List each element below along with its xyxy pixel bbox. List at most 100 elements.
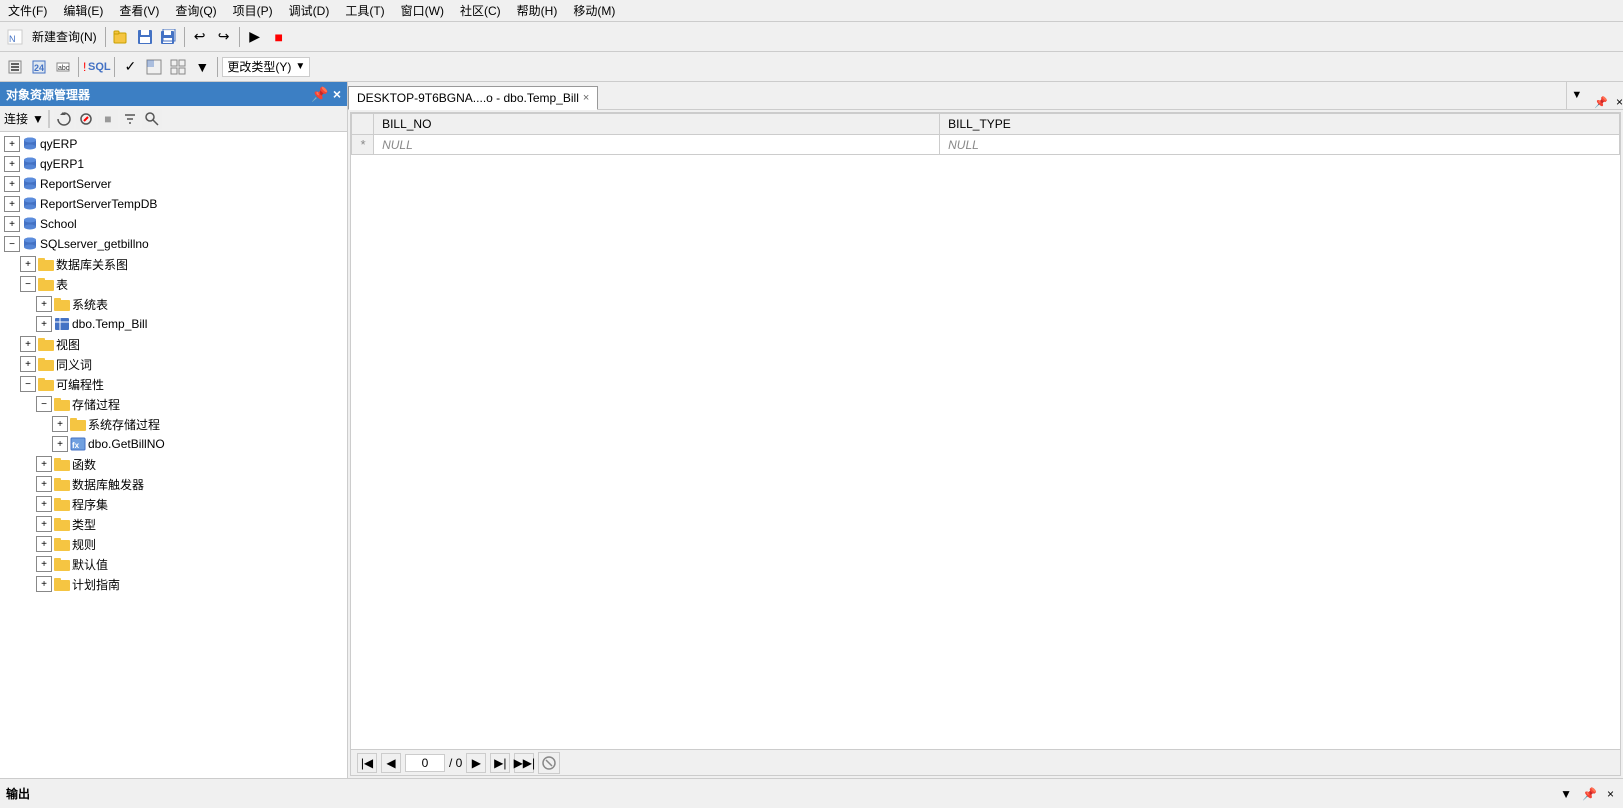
tree-item-qyERP[interactable]: + qyERP bbox=[0, 134, 347, 154]
exclaim-icon[interactable]: ! bbox=[83, 60, 86, 74]
tab-pin-button[interactable]: 📌 bbox=[1590, 96, 1612, 109]
tb2-btn-results[interactable] bbox=[143, 56, 165, 78]
expander-plan_guides[interactable]: + bbox=[36, 576, 52, 592]
oe-close-icon[interactable]: × bbox=[333, 87, 341, 101]
menu-debug[interactable]: 调试(D) bbox=[285, 1, 334, 20]
open-button[interactable] bbox=[110, 26, 132, 48]
menu-query[interactable]: 查询(Q) bbox=[171, 1, 220, 20]
expander-dbo_getbillno[interactable]: + bbox=[52, 436, 68, 452]
tb2-btn3[interactable]: abc bbox=[52, 56, 74, 78]
expander-sys_tables[interactable]: + bbox=[36, 296, 52, 312]
expander-sys_stored_procs[interactable]: + bbox=[52, 416, 68, 432]
tree-item-assemblies[interactable]: + 程序集 bbox=[0, 494, 347, 514]
expander-dbo_temp_bill[interactable]: + bbox=[36, 316, 52, 332]
undo-button[interactable]: ↩ bbox=[189, 26, 211, 48]
connect-dropdown[interactable]: ▼ bbox=[32, 112, 44, 126]
expander-ReportServerTempDB[interactable]: + bbox=[4, 196, 20, 212]
expander-defaults[interactable]: + bbox=[36, 556, 52, 572]
expander-SQLserver_getbillno[interactable]: − bbox=[4, 236, 20, 252]
tree-item-plan_guides[interactable]: + 计划指南 bbox=[0, 574, 347, 594]
oe-search-btn[interactable] bbox=[142, 109, 162, 129]
tab-close-x[interactable]: × bbox=[1616, 95, 1623, 109]
expander-types[interactable]: + bbox=[36, 516, 52, 532]
tree-item-dbo_getbillno[interactable]: + fx dbo.GetBillNO bbox=[0, 434, 347, 454]
nav-last-button[interactable]: ▶| bbox=[490, 753, 510, 773]
tb2-btn-extra[interactable]: ▼ bbox=[191, 56, 213, 78]
menu-window[interactable]: 窗口(W) bbox=[397, 1, 448, 20]
change-type-dropdown[interactable]: 更改类型(Y) ▼ bbox=[222, 57, 310, 77]
tree-item-School[interactable]: + School bbox=[0, 214, 347, 234]
nav-page-input[interactable]: 0 bbox=[405, 754, 445, 772]
stop-button[interactable]: ■ bbox=[268, 26, 290, 48]
new-query-label[interactable]: 新建查询(N) bbox=[28, 28, 101, 45]
expander-rules[interactable]: + bbox=[36, 536, 52, 552]
expander-qyERP1[interactable]: + bbox=[4, 156, 20, 172]
expander-stored_procs[interactable]: − bbox=[36, 396, 52, 412]
tree-item-sys_tables[interactable]: + 系统表 bbox=[0, 294, 347, 314]
tree-item-types[interactable]: + 类型 bbox=[0, 514, 347, 534]
table-row[interactable]: * NULL NULL bbox=[352, 135, 1620, 155]
expander-synonyms[interactable]: + bbox=[20, 356, 36, 372]
expander-School[interactable]: + bbox=[4, 216, 20, 232]
nav-next-button[interactable]: ▶ bbox=[466, 753, 486, 773]
tree-item-sys_stored_procs[interactable]: + 系统存储过程 bbox=[0, 414, 347, 434]
oe-stop-btn[interactable]: ■ bbox=[98, 109, 118, 129]
tree-item-ReportServer[interactable]: + ReportServer bbox=[0, 174, 347, 194]
nav-fast-forward-button[interactable]: ▶▶| bbox=[514, 753, 534, 773]
sql-btn[interactable]: SQL bbox=[88, 56, 110, 78]
tree-item-ReportServerTempDB[interactable]: + ReportServerTempDB bbox=[0, 194, 347, 214]
tree-item-views[interactable]: + 视图 bbox=[0, 334, 347, 354]
nav-first-button[interactable]: |◀ bbox=[357, 753, 377, 773]
menu-project[interactable]: 项目(P) bbox=[229, 1, 277, 20]
expander-programmability[interactable]: − bbox=[20, 376, 36, 392]
oe-refresh-btn[interactable] bbox=[54, 109, 74, 129]
tb2-btn-grid[interactable] bbox=[167, 56, 189, 78]
expander-ReportServer[interactable]: + bbox=[4, 176, 20, 192]
save-all-button[interactable] bbox=[158, 26, 180, 48]
nav-prev-button[interactable]: ◀ bbox=[381, 753, 401, 773]
tree-item-rules[interactable]: + 规则 bbox=[0, 534, 347, 554]
tab-dropdown-button[interactable]: ▼ bbox=[1566, 81, 1586, 109]
expander-tables[interactable]: − bbox=[20, 276, 36, 292]
output-pin-btn[interactable]: 📌 bbox=[1579, 786, 1600, 802]
tree-item-defaults[interactable]: + 默认值 bbox=[0, 554, 347, 574]
nav-stop-button[interactable] bbox=[538, 752, 560, 774]
expander-assemblies[interactable]: + bbox=[36, 496, 52, 512]
active-tab[interactable]: DESKTOP-9T6BGNA....o - dbo.Temp_Bill × bbox=[348, 86, 598, 110]
new-query-button[interactable]: N bbox=[4, 26, 26, 48]
tree-item-db_diagram[interactable]: + 数据库关系图 bbox=[0, 254, 347, 274]
menu-file[interactable]: 文件(F) bbox=[4, 1, 51, 20]
tree-item-programmability[interactable]: − 可编程性 bbox=[0, 374, 347, 394]
tb2-btn-parse[interactable]: ✓ bbox=[119, 56, 141, 78]
menu-edit[interactable]: 编辑(E) bbox=[59, 1, 107, 20]
expander-views[interactable]: + bbox=[20, 336, 36, 352]
expander-functions[interactable]: + bbox=[36, 456, 52, 472]
output-dropdown-btn[interactable]: ▼ bbox=[1557, 786, 1575, 802]
menu-tools[interactable]: 工具(T) bbox=[341, 1, 388, 20]
menu-community[interactable]: 社区(C) bbox=[456, 1, 505, 20]
menu-help[interactable]: 帮助(H) bbox=[513, 1, 562, 20]
tree-item-db_triggers[interactable]: + 数据库触发器 bbox=[0, 474, 347, 494]
tb2-btn2[interactable]: 24 bbox=[28, 56, 50, 78]
oe-pin-icon[interactable]: 📌 bbox=[311, 87, 328, 101]
expander-qyERP[interactable]: + bbox=[4, 136, 20, 152]
oe-filter-btn[interactable] bbox=[120, 109, 140, 129]
tree-item-dbo_temp_bill[interactable]: + dbo.Temp_Bill bbox=[0, 314, 347, 334]
menu-view[interactable]: 查看(V) bbox=[115, 1, 163, 20]
redo-button[interactable]: ↪ bbox=[213, 26, 235, 48]
tree-item-SQLserver_getbillno[interactable]: − SQLserver_getbillno bbox=[0, 234, 347, 254]
debug-button[interactable]: ▶ bbox=[244, 26, 266, 48]
tree-item-functions[interactable]: + 函数 bbox=[0, 454, 347, 474]
tab-close-button[interactable]: × bbox=[583, 92, 589, 104]
tree-item-qyERP1[interactable]: + qyERP1 bbox=[0, 154, 347, 174]
tb2-btn1[interactable] bbox=[4, 56, 26, 78]
expander-db_triggers[interactable]: + bbox=[36, 476, 52, 492]
menu-move[interactable]: 移动(M) bbox=[569, 1, 619, 20]
save-button[interactable] bbox=[134, 26, 156, 48]
output-close-btn[interactable]: × bbox=[1604, 786, 1617, 802]
oe-disconnect-btn[interactable] bbox=[76, 109, 96, 129]
tree-item-stored_procs[interactable]: − 存储过程 bbox=[0, 394, 347, 414]
tree-item-synonyms[interactable]: + 同义词 bbox=[0, 354, 347, 374]
expander-db_diagram[interactable]: + bbox=[20, 256, 36, 272]
tree-item-tables[interactable]: − 表 bbox=[0, 274, 347, 294]
